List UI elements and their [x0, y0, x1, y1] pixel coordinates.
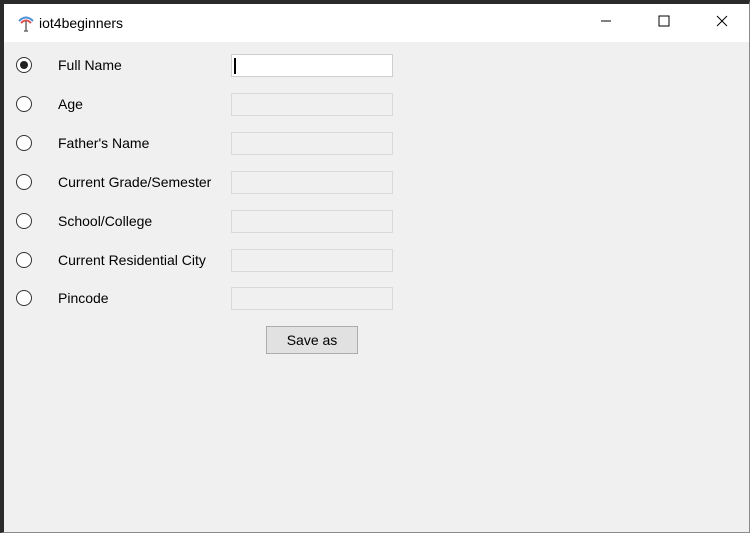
school-field[interactable]: [231, 210, 393, 233]
city-field[interactable]: [231, 249, 393, 272]
app-window: iot4beginners Full Name Age Father's Nam…: [0, 0, 750, 533]
save-as-button[interactable]: Save as: [266, 326, 358, 354]
radio-pincode[interactable]: [16, 290, 32, 306]
radio-fathers-name[interactable]: [16, 135, 32, 151]
fathers-name-field[interactable]: [231, 132, 393, 155]
text-caret: [234, 58, 236, 74]
feather-icon: [16, 13, 36, 33]
minimize-button[interactable]: [577, 4, 635, 42]
full-name-field[interactable]: [231, 54, 393, 77]
label-fathers-name: Father's Name: [58, 135, 150, 151]
label-city: Current Residential City: [58, 252, 206, 268]
window-title: iot4beginners: [39, 15, 124, 31]
label-full-name: Full Name: [58, 57, 122, 73]
grade-field[interactable]: [231, 171, 393, 194]
minimize-icon: [600, 14, 612, 32]
close-icon: [716, 14, 728, 32]
radio-age[interactable]: [16, 96, 32, 112]
maximize-icon: [658, 14, 670, 32]
radio-grade[interactable]: [16, 174, 32, 190]
age-field[interactable]: [231, 93, 393, 116]
label-age: Age: [58, 96, 83, 112]
close-button[interactable]: [693, 4, 750, 42]
label-school: School/College: [58, 213, 153, 229]
radio-city[interactable]: [16, 252, 32, 268]
pincode-field[interactable]: [231, 287, 393, 310]
maximize-button[interactable]: [635, 4, 693, 42]
title-bar[interactable]: iot4beginners: [4, 4, 749, 42]
form-area: Full Name Age Father's Name Current Grad…: [4, 42, 749, 532]
label-grade: Current Grade/Semester: [58, 174, 212, 190]
radio-full-name[interactable]: [16, 57, 32, 73]
label-pincode: Pincode: [58, 290, 109, 306]
radio-school[interactable]: [16, 213, 32, 229]
